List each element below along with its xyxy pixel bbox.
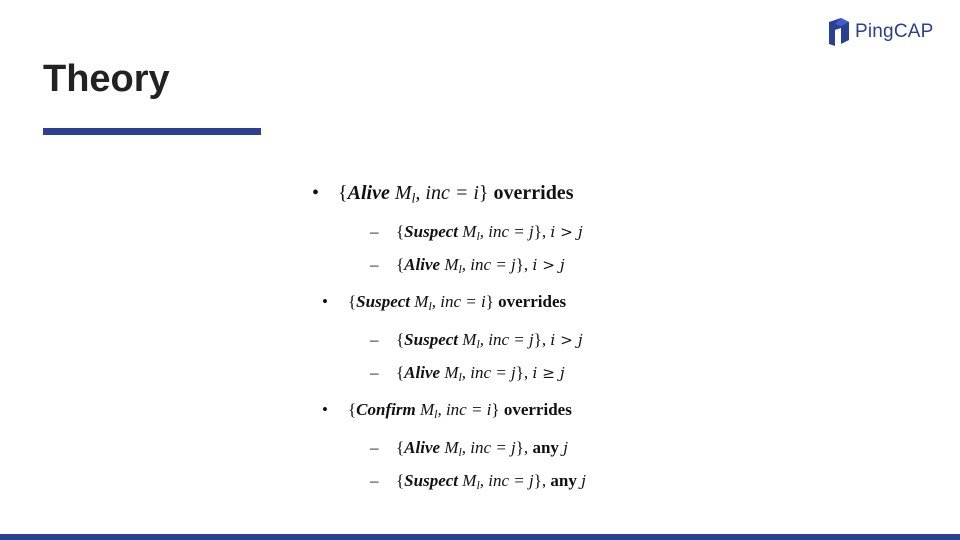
dash: –: [370, 330, 379, 349]
rule-confirm-overrides: • {Confirm Ml, inc = i} overrides: [322, 400, 572, 422]
brace-close: }: [491, 400, 500, 419]
state-label: Alive: [404, 363, 441, 382]
member-symbol: M: [419, 400, 435, 419]
dash: –: [370, 471, 379, 490]
overrides-label: overrides: [503, 400, 572, 419]
overrides-label: overrides: [493, 182, 574, 204]
brace-close: },: [533, 330, 547, 349]
state-label: Suspect: [404, 222, 459, 241]
condition-prefix: any: [532, 438, 559, 457]
pingcap-logo-icon: [829, 18, 849, 46]
pingcap-logo: PingCAP: [829, 18, 934, 46]
footer-bar: [0, 534, 960, 540]
incarnation: , inc = j: [479, 471, 534, 490]
condition: j: [563, 439, 568, 457]
condition: i > j: [532, 256, 565, 274]
brace-close: },: [533, 222, 547, 241]
incarnation: , inc = i: [437, 400, 492, 419]
rule-item: – {Suspect Ml, inc = j}, any j: [370, 471, 586, 492]
rule-alive-overrides: • {Alive Ml, inc = i} overrides: [312, 182, 573, 208]
dash: –: [370, 255, 379, 274]
incarnation: , inc = j: [461, 363, 516, 382]
state-label: Alive: [404, 255, 441, 274]
state-label: Suspect: [404, 330, 459, 349]
condition: i > j: [550, 331, 583, 349]
dash: –: [370, 363, 379, 382]
rule-item: – {Suspect Ml, inc = j}, i > j: [370, 222, 583, 243]
dash: –: [370, 222, 379, 241]
condition-prefix: any: [550, 471, 577, 490]
brace-close: },: [515, 438, 529, 457]
bullet: •: [312, 182, 320, 204]
incarnation: , inc = i: [415, 182, 479, 204]
condition: j: [581, 472, 586, 490]
condition: i ≥ j: [532, 364, 565, 382]
brace-open: {: [338, 182, 348, 204]
brace-close: }: [485, 292, 494, 311]
incarnation: , inc = j: [461, 438, 516, 457]
member-symbol: M: [414, 292, 429, 311]
rule-suspect-overrides: • {Suspect Ml, inc = i} overrides: [322, 292, 566, 314]
bullet: •: [322, 292, 328, 311]
incarnation: , inc = j: [461, 255, 516, 274]
title-underline: [43, 128, 261, 135]
rule-item: – {Alive Ml, inc = j}, i ≥ j: [370, 363, 565, 384]
rule-item: – {Alive Ml, inc = j}, any j: [370, 438, 568, 459]
state-label: Suspect: [404, 471, 459, 490]
page-title: Theory: [43, 58, 170, 100]
incarnation: , inc = j: [479, 330, 534, 349]
incarnation: , inc = j: [479, 222, 534, 241]
state-label: Alive: [404, 438, 441, 457]
brace-close: },: [515, 255, 529, 274]
state-label: Confirm: [356, 400, 416, 419]
condition: i > j: [550, 223, 583, 241]
state-label: Alive: [347, 182, 390, 204]
dash: –: [370, 438, 379, 457]
logo-text: PingCAP: [855, 21, 934, 42]
overrides-label: overrides: [498, 292, 567, 311]
bullet: •: [322, 400, 328, 419]
brace-close: }: [478, 182, 489, 204]
member-symbol: M: [394, 182, 412, 204]
rule-item: – {Alive Ml, inc = j}, i > j: [370, 255, 565, 276]
state-label: Suspect: [356, 292, 411, 311]
brace-close: },: [515, 363, 529, 382]
incarnation: , inc = i: [431, 292, 486, 311]
rule-item: – {Suspect Ml, inc = j}, i > j: [370, 330, 583, 351]
brace-close: },: [533, 471, 547, 490]
brace-open: {: [348, 292, 357, 311]
brace-open: {: [348, 400, 357, 419]
